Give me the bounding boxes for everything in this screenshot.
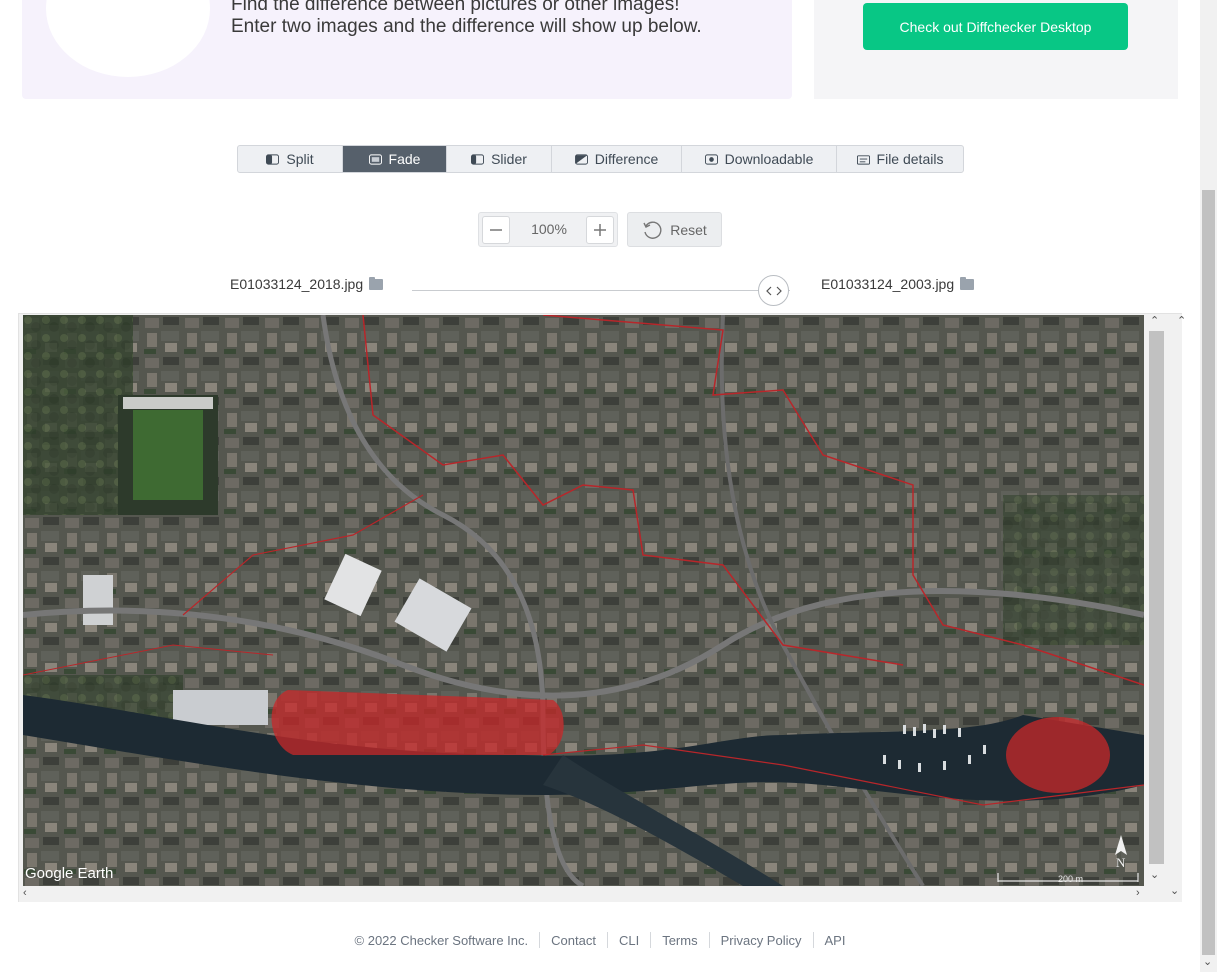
- left-file: E01033124_2018.jpg: [230, 276, 384, 292]
- zoom-control: 100%: [478, 212, 618, 247]
- download-icon: [704, 153, 718, 165]
- right-file: E01033124_2003.jpg: [821, 276, 975, 292]
- footer-link-terms[interactable]: Terms: [662, 933, 697, 948]
- banner-subtitle: Enter two images and the difference will…: [231, 16, 702, 37]
- viewer-vertical-scroll-thumb[interactable]: [1149, 331, 1164, 864]
- footer-link-privacy[interactable]: Privacy Policy: [721, 933, 802, 948]
- footer-divider: [812, 932, 814, 948]
- scroll-right-arrow-icon[interactable]: ›: [1136, 887, 1140, 899]
- diffchecker-desktop-button[interactable]: Check out Diffchecker Desktop: [863, 3, 1128, 50]
- promo-panel: Check out Diffchecker Desktop: [814, 0, 1178, 99]
- viewer-horizontal-scrollbar[interactable]: [19, 886, 1182, 902]
- footer-divider: [708, 932, 710, 948]
- scroll-up-arrow-icon[interactable]: ⌃: [1150, 314, 1159, 327]
- aerial-map-image: 200 m N Google Earth: [23, 315, 1144, 886]
- north-label: N: [1116, 855, 1126, 870]
- footer-divider: [606, 932, 608, 948]
- minus-icon: [490, 229, 502, 231]
- fade-slider-handle[interactable]: [758, 275, 789, 306]
- zoom-out-button[interactable]: [482, 216, 510, 244]
- footer-link-contact[interactable]: Contact: [551, 933, 596, 948]
- plus-icon: [594, 224, 606, 236]
- page-scroll-down-arrow-icon[interactable]: ⌄: [1203, 955, 1212, 968]
- footer-link-api[interactable]: API: [825, 933, 846, 948]
- footer-divider: [539, 932, 541, 948]
- scroll-down-arrow-icon[interactable]: ⌄: [1150, 868, 1159, 881]
- reset-label: Reset: [670, 221, 707, 238]
- fade-slider-track[interactable]: [412, 290, 790, 291]
- reset-icon: [643, 221, 662, 239]
- tab-split[interactable]: Split: [238, 146, 343, 172]
- footer-divider: [650, 932, 652, 948]
- banner-illustration: [46, 0, 210, 77]
- scroll-left-arrow-icon[interactable]: ‹: [23, 887, 27, 899]
- tab-slider-label: Slider: [491, 151, 527, 167]
- split-icon: [266, 153, 280, 165]
- zoom-in-button[interactable]: [586, 216, 614, 244]
- tab-fade[interactable]: Fade: [343, 146, 447, 172]
- scroll-up-arrow-icon[interactable]: ⌃: [1177, 314, 1186, 327]
- intro-banner: Find the difference between pictures or …: [22, 0, 792, 99]
- arrows-horizontal-icon: [765, 286, 782, 295]
- tab-file-details[interactable]: File details: [837, 146, 963, 172]
- image-viewer: 200 m N Google Earth ⌃ ⌃ ⌄ ‹ › ⌄: [18, 313, 1186, 902]
- file-details-icon: [856, 154, 870, 165]
- copyright: © 2022 Checker Software Inc.: [354, 932, 529, 948]
- folder-icon[interactable]: [960, 276, 975, 290]
- tab-downloadable[interactable]: Downloadable: [682, 146, 837, 172]
- difference-icon: [574, 153, 588, 165]
- tab-difference-label: Difference: [594, 151, 659, 167]
- reset-button[interactable]: Reset: [627, 212, 722, 247]
- banner-headline: Find the difference between pictures or …: [231, 0, 680, 15]
- fade-icon: [368, 153, 382, 165]
- aerial-photo: 200 m N Google Earth: [23, 315, 1144, 886]
- zoom-level: 100%: [531, 221, 567, 237]
- scroll-down-arrow-icon[interactable]: ⌄: [1170, 884, 1179, 897]
- footer: © 2022 Checker Software Inc. Contact CLI…: [0, 932, 1200, 948]
- folder-icon[interactable]: [369, 276, 384, 290]
- scale-label: 200 m: [1058, 874, 1083, 884]
- tab-split-label: Split: [286, 151, 314, 167]
- footer-link-cli[interactable]: CLI: [619, 933, 639, 948]
- slider-icon: [471, 153, 485, 165]
- right-file-name: E01033124_2003.jpg: [821, 276, 955, 292]
- view-mode-tabs: Split Fade Slider Difference Downloadabl…: [237, 145, 964, 173]
- google-earth-watermark: Google Earth: [25, 865, 113, 882]
- tab-difference[interactable]: Difference: [552, 146, 682, 172]
- tab-slider[interactable]: Slider: [447, 146, 552, 172]
- left-file-name: E01033124_2018.jpg: [230, 276, 364, 292]
- tab-fade-label: Fade: [388, 151, 421, 167]
- tab-downloadable-label: Downloadable: [724, 151, 814, 167]
- tab-file-details-label: File details: [876, 151, 944, 167]
- page-scroll-thumb[interactable]: [1202, 190, 1215, 955]
